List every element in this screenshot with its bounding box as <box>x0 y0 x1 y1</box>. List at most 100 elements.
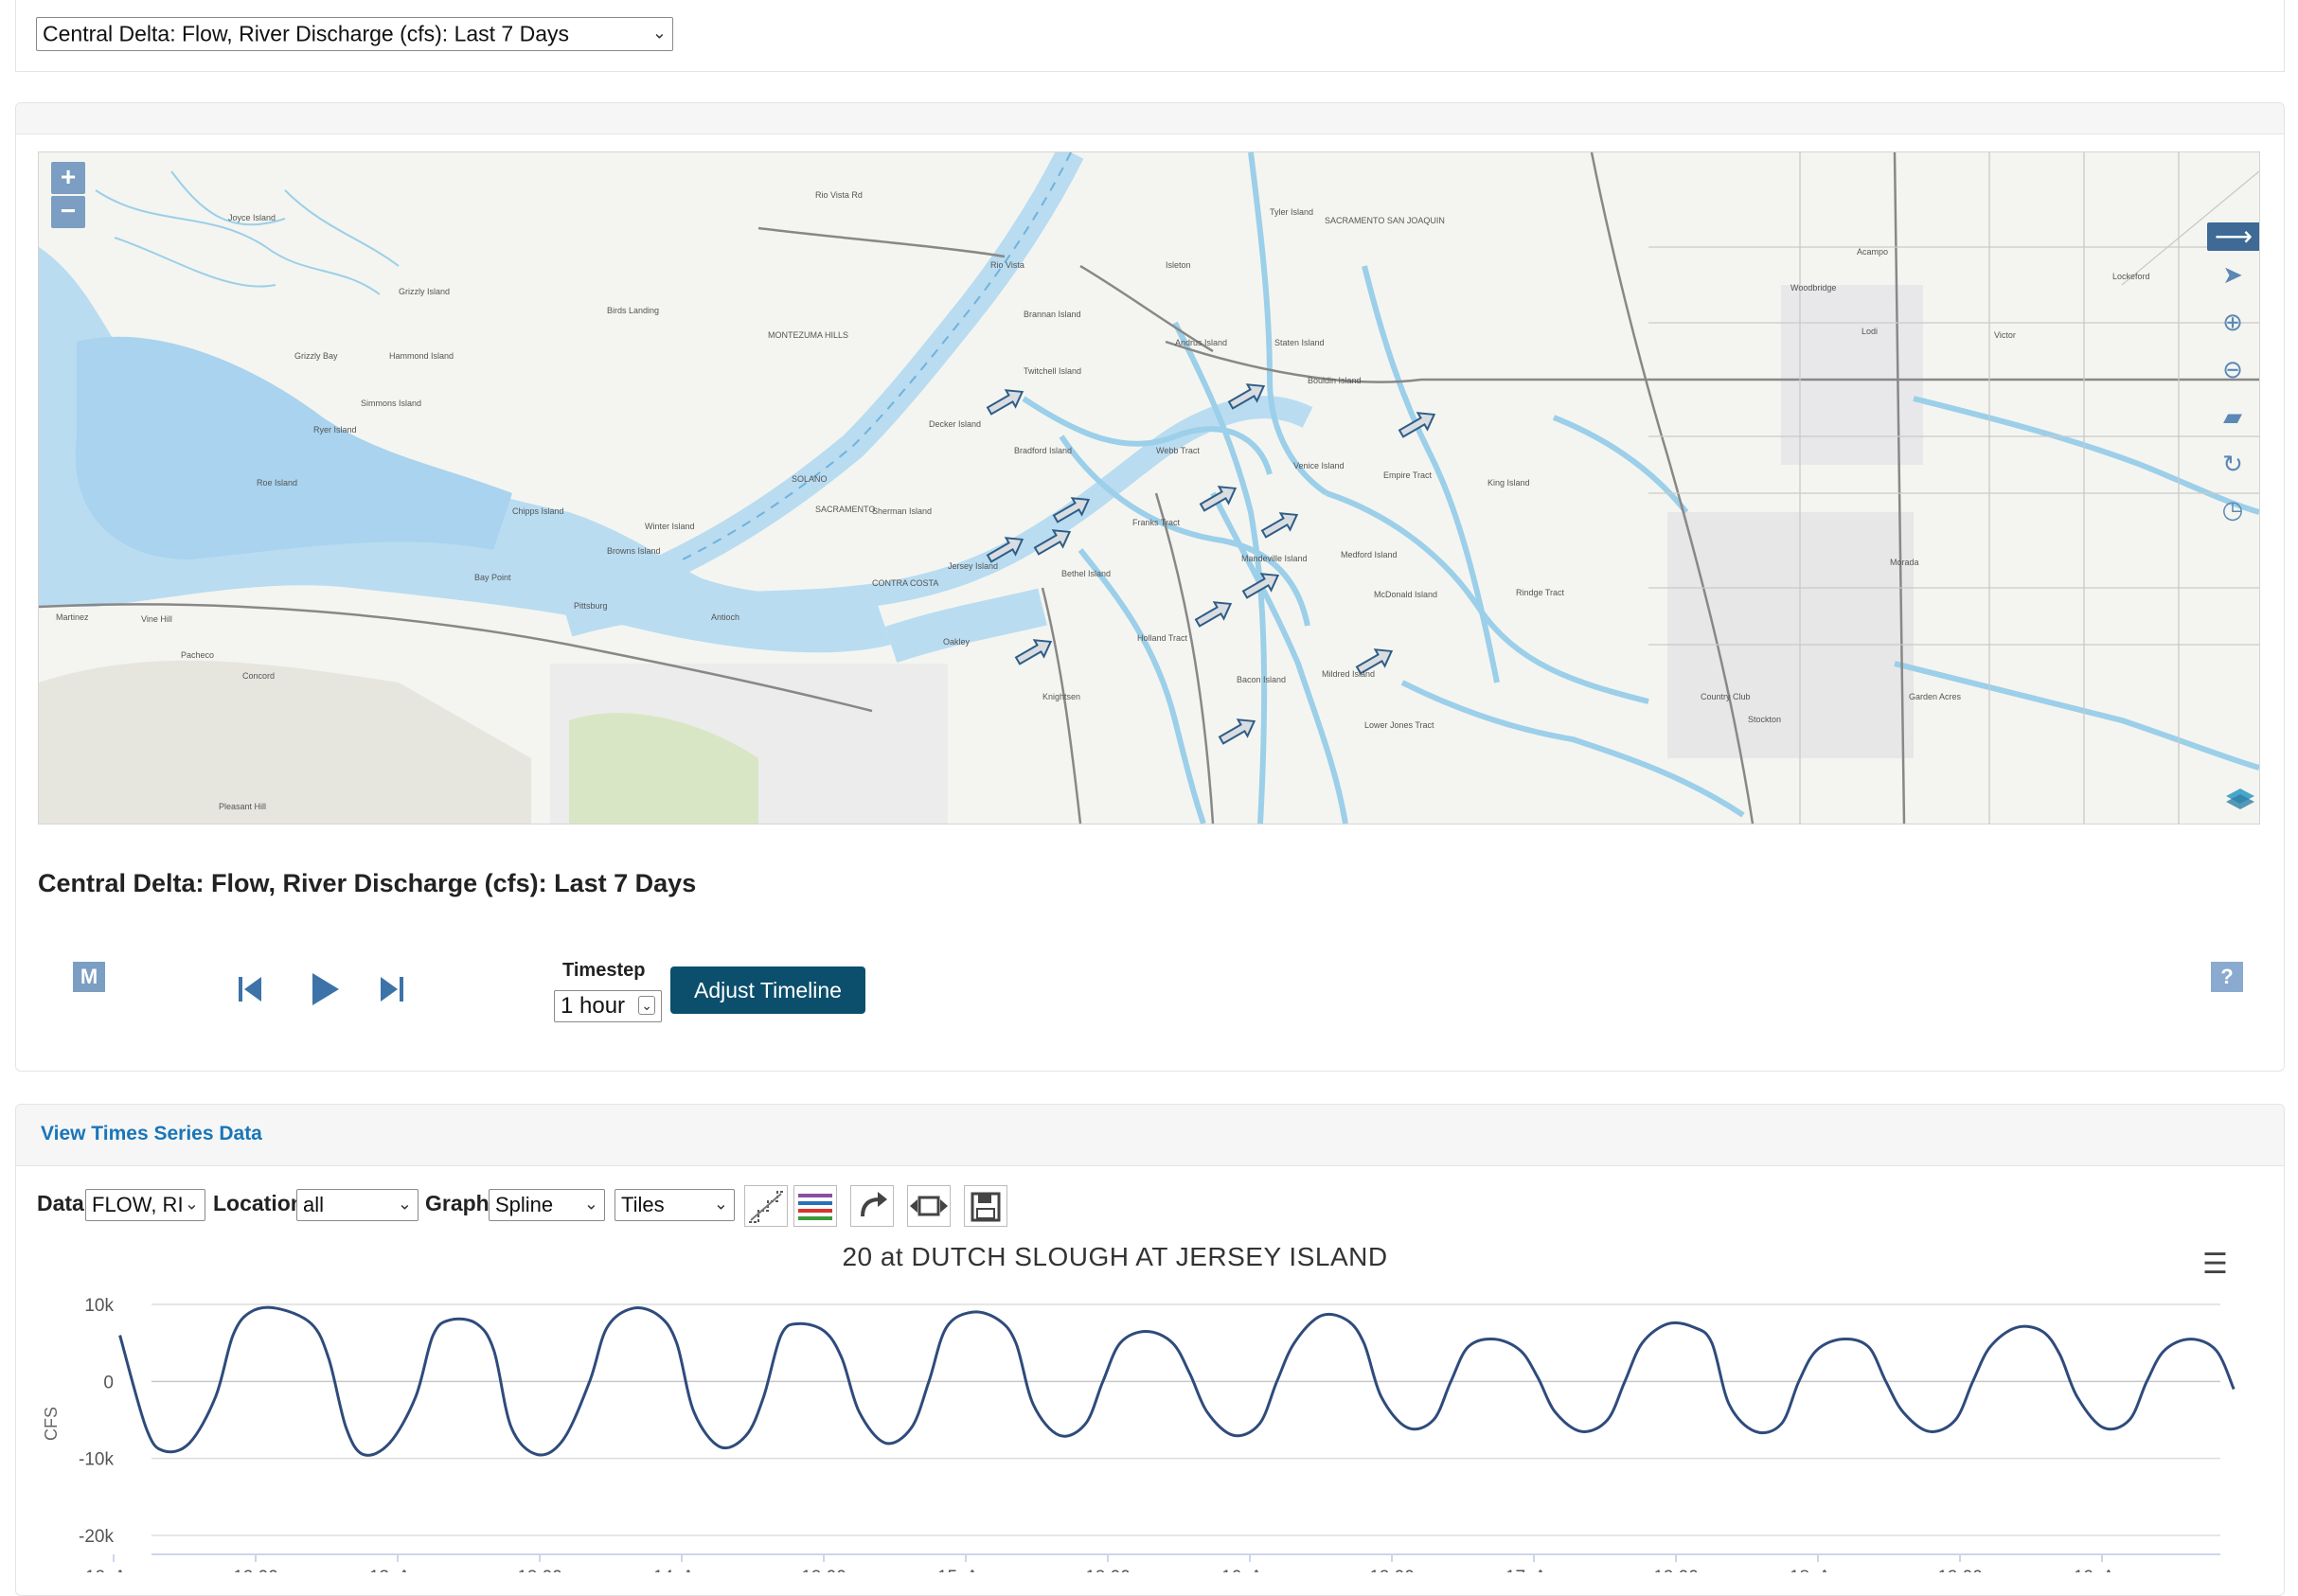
map-place-label: Bouldin Island <box>1308 376 1362 385</box>
map-place-label: Knightsen <box>1042 692 1080 701</box>
map-place-label: Rindge Tract <box>1516 588 1565 597</box>
map-place-label: King Island <box>1487 478 1530 488</box>
map-place-label: Acampo <box>1857 247 1888 257</box>
series-colors-icon[interactable] <box>793 1185 837 1227</box>
measure-ruler-icon[interactable]: ▰ <box>2215 400 2251 433</box>
data-select[interactable]: FLOW, RI ⌄ <box>85 1189 205 1221</box>
map-place-label: Mildred Island <box>1322 669 1375 679</box>
graph-label: Graph <box>425 1191 490 1215</box>
zoom-in-button[interactable]: + <box>51 162 85 194</box>
map-place-label: Bethel Island <box>1061 569 1111 578</box>
x-tick-label: 15. Apr <box>937 1568 995 1572</box>
map-place-label: Morada <box>1890 558 1919 567</box>
map-place-label: Sherman Island <box>872 506 932 516</box>
clock-icon[interactable]: ◷ <box>2215 493 2251 525</box>
refresh-icon[interactable]: ↻ <box>2215 448 2251 480</box>
zoom-in-icon[interactable]: ⊕ <box>2215 306 2251 338</box>
map-place-label: Roe Island <box>257 478 297 488</box>
timeseries-chart: 10k 0 -10k -20k CFS 12. Apr 12:00 13. Apr 12:00 1… <box>42 1296 2236 1572</box>
chevron-down-icon: ⌄ <box>184 1194 199 1214</box>
location-select[interactable]: all ⌄ <box>296 1189 419 1221</box>
fit-width-icon[interactable] <box>907 1185 951 1227</box>
map-place-label: Joyce Island <box>228 213 276 222</box>
map-place-label: Empire Tract <box>1383 470 1433 480</box>
data-select-value: FLOW, RI <box>92 1193 184 1216</box>
x-tick-label: 12:00 <box>1653 1568 1699 1572</box>
help-button[interactable]: ? <box>2211 962 2243 992</box>
map-place-label: MONTEZUMA HILLS <box>768 330 848 340</box>
map-place-label: Winter Island <box>645 522 695 531</box>
view-time-series-link[interactable]: View Times Series Data <box>41 1123 262 1145</box>
map-place-label: Ryer Island <box>313 425 357 434</box>
adjust-timeline-button[interactable]: Adjust Timeline <box>670 966 865 1014</box>
m-button[interactable]: M <box>73 962 105 992</box>
map-place-label: Twitchell Island <box>1024 366 1081 376</box>
map-place-label: Tyler Island <box>1270 207 1313 217</box>
map-place-label: Grizzly Island <box>399 287 450 296</box>
map-place-label: Jersey Island <box>948 561 998 571</box>
map-place-label: SACRAMENTO <box>815 505 875 514</box>
y-tick-label: -10k <box>79 1450 114 1470</box>
map-place-label: Antioch <box>711 612 739 622</box>
skip-back-icon[interactable] <box>237 973 263 1005</box>
map-place-label: Lodi <box>1862 327 1878 336</box>
chevron-down-icon: ⌄ <box>713 1194 728 1214</box>
pointer-icon[interactable]: ➤ <box>2215 258 2251 291</box>
play-icon[interactable] <box>309 969 341 1009</box>
map-place-label: Lockeford <box>2112 272 2150 281</box>
x-tick-label: 12:00 <box>1369 1568 1415 1572</box>
map-place-label: Bacon Island <box>1237 675 1286 684</box>
map-place-label: SOLANO <box>792 474 828 484</box>
timestep-label: Timestep <box>562 960 646 981</box>
dataset-select[interactable]: Central Delta: Flow, River Discharge (cf… <box>36 17 673 51</box>
map-place-label: Mandeville Island <box>1241 554 1308 563</box>
x-tick-label: 12:00 <box>517 1568 562 1572</box>
graph-type-select[interactable]: Spline ⌄ <box>489 1189 605 1221</box>
map-place-label: Isleton <box>1166 260 1191 270</box>
map-place-label: Pleasant Hill <box>219 802 266 811</box>
save-icon[interactable] <box>964 1185 1007 1227</box>
y-tick-label: -20k <box>79 1527 114 1547</box>
chevron-down-icon: ⌄ <box>397 1194 412 1214</box>
map-place-label: Bay Point <box>474 573 511 582</box>
map-panel-header <box>16 103 2284 134</box>
skip-forward-icon[interactable] <box>379 973 405 1005</box>
x-tick-label: 12:00 <box>233 1568 278 1572</box>
x-tick-label: 16. Apr <box>1221 1568 1279 1572</box>
map-place-label: Webb Tract <box>1156 446 1200 455</box>
tiles-select[interactable]: Tiles ⌄ <box>615 1189 735 1221</box>
x-tick-label: 17. Apr <box>1505 1568 1563 1572</box>
map-place-label: Rio Vista <box>990 260 1024 270</box>
map-place-label: Holland Tract <box>1137 633 1188 643</box>
chevron-down-icon: ⌄ <box>638 996 655 1015</box>
x-tick-label: 14. Apr <box>653 1568 711 1572</box>
map-place-label: Simmons Island <box>361 399 421 408</box>
map-place-label: Lower Jones Tract <box>1364 720 1434 730</box>
timestep-value: 1 hour <box>561 993 626 1019</box>
map-place-label: Decker Island <box>929 419 981 429</box>
map-place-label: CONTRA COSTA <box>872 578 938 588</box>
map-place-label: Garden Acres <box>1909 692 1962 701</box>
map-place-label: Bradford Island <box>1014 446 1072 455</box>
map-place-label: Pittsburg <box>574 601 608 611</box>
map-place-label: Staten Island <box>1274 338 1325 347</box>
dataset-select-value: Central Delta: Flow, River Discharge (cf… <box>43 21 570 46</box>
map-place-label: Medford Island <box>1341 550 1398 559</box>
redo-arrow-icon[interactable] <box>850 1185 894 1227</box>
x-tick-label: 12:00 <box>1085 1568 1131 1572</box>
zoom-out-icon[interactable]: ⊖ <box>2215 353 2251 385</box>
timestep-select[interactable]: 1 hour ⌄ <box>554 990 662 1022</box>
tiles-value: Tiles <box>621 1193 665 1216</box>
map-view[interactable]: Rio Vista Rd Joyce Island Grizzly Island Gr… <box>38 151 2260 825</box>
map-place-label: Birds Landing <box>607 306 659 315</box>
map-place-label: Franks Tract <box>1132 518 1181 527</box>
map-place-label: Oakley <box>943 637 971 647</box>
zoom-out-button[interactable]: − <box>51 196 85 228</box>
location-label: Location <box>213 1191 304 1215</box>
pan-arrow-icon[interactable]: ⟶ <box>2207 222 2259 251</box>
x-tick-label: 13. Apr <box>369 1568 427 1572</box>
map-place-label: Martinez <box>56 612 89 622</box>
step-chart-icon[interactable] <box>744 1185 788 1227</box>
chevron-down-icon: ⌄ <box>583 1194 598 1214</box>
location-select-value: all <box>303 1193 325 1216</box>
